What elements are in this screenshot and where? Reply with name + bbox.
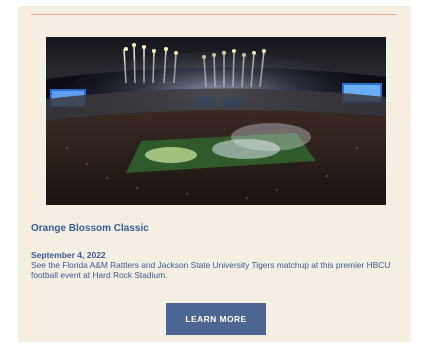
event-date: September 4, 2022 bbox=[31, 250, 106, 260]
stadium-photo[interactable] bbox=[46, 37, 386, 205]
top-divider bbox=[31, 14, 396, 15]
event-title: Orange Blossom Classic bbox=[31, 223, 149, 234]
stadium-illustration bbox=[46, 37, 386, 205]
learn-more-button[interactable]: LEARN MORE bbox=[166, 303, 266, 335]
event-description: See the Florida A&M Rattlers and Jackson… bbox=[31, 260, 391, 280]
event-card: Orange Blossom Classic September 4, 2022… bbox=[18, 6, 411, 342]
